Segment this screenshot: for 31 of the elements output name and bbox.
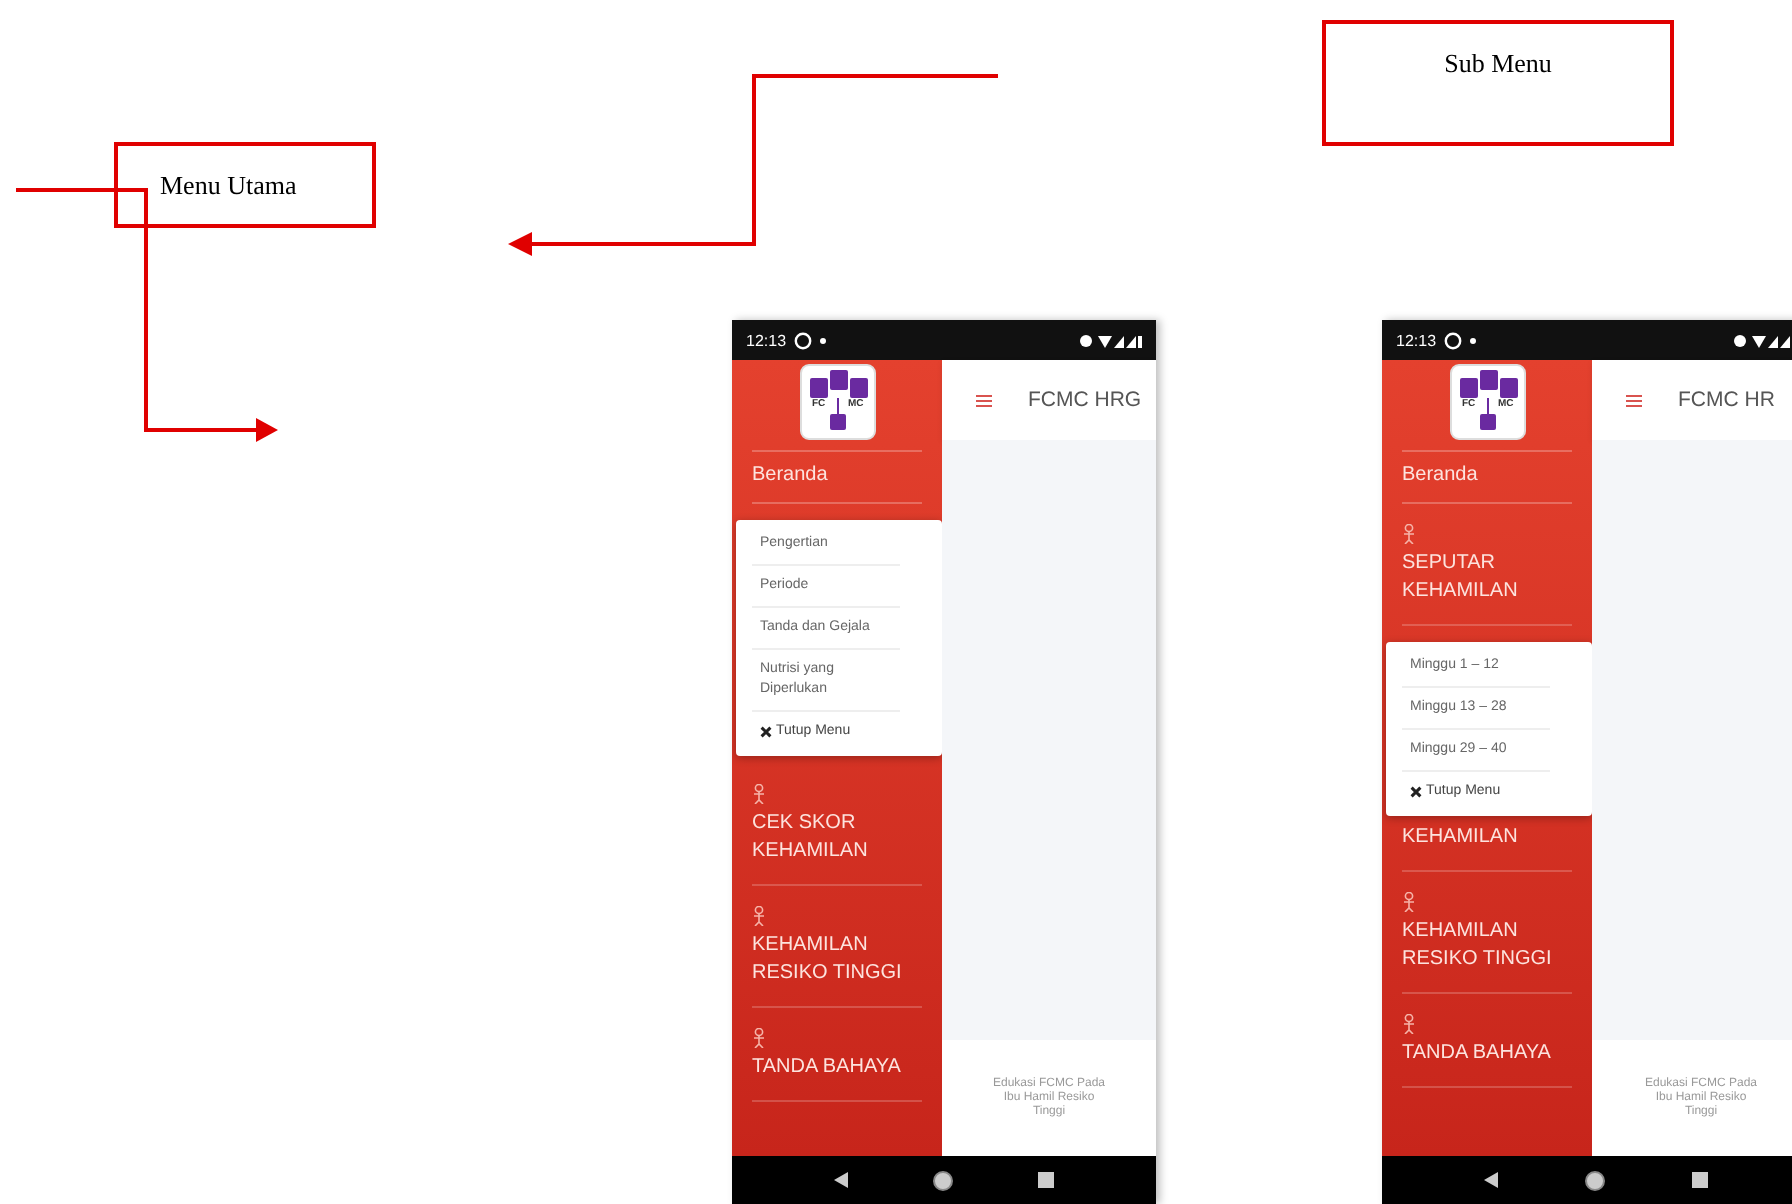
app-title: FCMC HR [1678,388,1775,412]
close-icon [760,726,772,738]
signal-icons [1078,331,1142,349]
menu-item[interactable]: KEHAMILAN [1402,824,1578,852]
annotation-label: Menu Utama [114,142,376,228]
menu-item[interactable]: SEPUTAR KEHAMILAN [1402,550,1578,606]
app-title: FCMC HRG [1028,388,1142,412]
menu-item[interactable]: TANDA BAHAYA [1402,1040,1578,1068]
logo-icon [1449,364,1525,440]
recents-icon [1691,1172,1708,1188]
menu-item[interactable]: KEHAMILAN RESIKO TINGGI [752,932,928,988]
back-icon [1484,1172,1499,1188]
logo-icon [799,364,875,440]
status-time: 12:13 [1396,331,1437,349]
back-icon [834,1172,848,1188]
menu-item[interactable]: CEK SKOR KEHAMILAN [752,810,928,866]
dot-icon [1470,337,1477,343]
menu-item[interactable]: Beranda [1402,452,1572,504]
menu-item[interactable]: TANDA BAHAYA [752,1054,928,1082]
home-icon [932,1169,954,1191]
menu-item[interactable]: Beranda [752,452,922,504]
annotation-label: Sub Menu [1322,20,1674,146]
signal-icons [1732,331,1792,349]
close-icon [1410,786,1422,798]
menu-icon [1626,393,1642,407]
menu-icon [976,393,992,407]
status-time: 12:13 [746,331,787,349]
home-icon [1583,1169,1606,1191]
dot-icon [820,337,827,343]
recents-icon [1038,1172,1054,1188]
menu-item[interactable]: KEHAMILAN RESIKO TINGGI [1402,918,1578,974]
